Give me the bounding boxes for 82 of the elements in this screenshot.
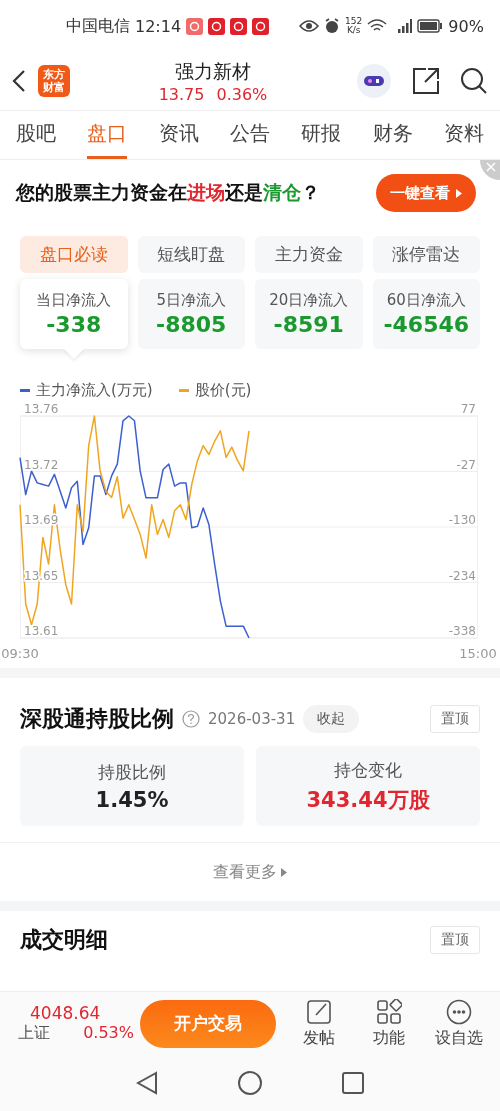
battery-level: 90% [448,16,484,36]
legend-label: 主力净流入(万元) [36,381,153,400]
speed-unit: K/s [346,26,361,35]
home-icon[interactable] [238,1071,262,1095]
flow-value: -46546 [383,312,470,337]
back-icon[interactable] [136,1071,158,1095]
caret-icon [281,867,287,877]
toolbar-button[interactable]: 功能 [356,998,422,1049]
axis-label: 13.76 [24,402,59,416]
axis-label: 09:30 [1,646,39,661]
toolbar-button[interactable]: 发帖 [286,998,352,1049]
carrier-name: 中国电信 [66,15,130,37]
flow-value: -338 [46,312,102,337]
section-title: 深股通持股比例 [20,705,174,733]
notification-icon [208,17,226,35]
notification-icon [252,17,270,35]
index-value: 4048.64 [29,1003,102,1023]
report-date: 2026-03-31 [208,710,296,728]
stock-price: 13.75 [158,84,205,104]
sub-tab[interactable]: 主力资金 [255,236,363,273]
nav-tab[interactable]: 研报 [301,111,342,159]
network-speed: 152 [345,17,363,26]
clock-time: 12:14 [135,16,182,36]
sub-tab[interactable]: 涨停雷达 [372,236,480,273]
grid-icon [376,998,402,1025]
app-logo: 东方 财富 [38,65,70,97]
stat-label: 持仓变化 [334,758,402,782]
flow-label: 当日净流入 [36,291,112,310]
back-icon[interactable] [12,69,26,93]
nav-tab[interactable]: 股吧 [16,111,56,159]
axis-label: -338 [448,624,476,638]
stat-label: 持股比例 [98,760,166,784]
stock-name: 强力新材 [175,58,251,84]
caret-icon [456,188,462,198]
view-more-link[interactable]: 查看更多 [213,843,287,901]
flow-value: -8591 [273,312,344,337]
collapse-button[interactable]: 收起 [303,705,360,733]
pin-button[interactable]: 置顶 [430,926,480,954]
recents-icon[interactable] [342,1072,364,1094]
flow-label: 20日净流入 [269,291,349,310]
search-icon[interactable] [460,67,488,95]
notification-icon [186,17,204,35]
section-title: 成交明细 [20,926,108,954]
axis-label: -234 [448,568,476,583]
alarm-icon [324,18,341,34]
axis-label: -130 [448,513,476,527]
flow-card[interactable]: 60日净流入 -46546 [372,279,480,349]
toolbar-button[interactable]: 设自选 [426,998,492,1049]
battery-icon [417,19,444,33]
pin-button[interactable]: 置顶 [430,705,480,733]
notification-icon [230,17,248,35]
promo-text: 您的股票主力资金在进场还是清仓？ [16,180,320,205]
nav-tab[interactable]: 资讯 [158,111,199,159]
nav-tab[interactable]: 盘口 [87,111,128,159]
flow-value: -8805 [156,312,227,337]
sub-tab[interactable]: 短线盯盘 [137,236,245,273]
stat-value: 1.45% [95,787,169,812]
flow-card[interactable]: 20日净流入 -8591 [255,279,363,349]
flow-card[interactable]: 5日净流入 -8805 [137,279,245,349]
axis-label: -27 [456,457,476,472]
nav-tab[interactable]: 资料 [443,111,484,159]
axis-label: 15:00 [459,646,497,661]
flow-label: 60日净流入 [386,291,466,310]
legend-label: 股价(元) [194,381,252,400]
wifi-icon [367,19,388,33]
eye-icon [299,19,320,33]
price-change: 0.36% [216,84,268,104]
more-icon [446,998,472,1025]
axis-label: 13.72 [24,457,59,472]
nav-tab[interactable]: 公告 [230,111,270,159]
help-icon[interactable] [182,710,200,728]
flow-label: 5日净流入 [156,291,226,310]
axis-label: 77 [460,402,476,416]
index-name: 上证 [18,1023,50,1044]
stat-value: 343.44万股 [306,786,430,814]
edit-icon [306,998,332,1025]
nav-tab[interactable]: 财务 [372,111,413,159]
view-button[interactable]: 一键查看 [376,174,476,212]
share-icon[interactable] [412,67,440,95]
robot-icon[interactable] [356,63,392,99]
index-change: 0.53% [83,1023,134,1044]
axis-label: 13.61 [24,624,59,638]
